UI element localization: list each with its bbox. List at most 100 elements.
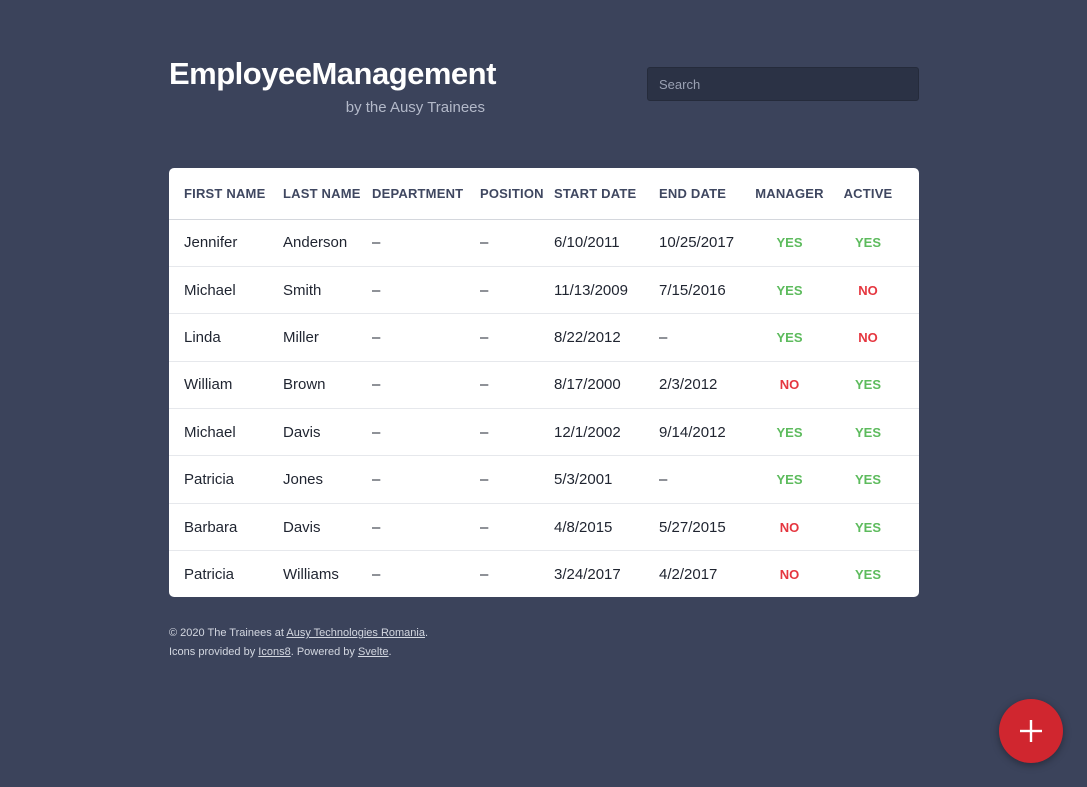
last-name-cell: Brown: [268, 361, 357, 410]
end-date-cell: 9/14/2012: [644, 408, 754, 457]
app-subtitle: by the Ausy Trainees: [345, 99, 485, 116]
active-flag-value: YES: [854, 424, 881, 440]
start-date-cell: 8/22/2012: [539, 313, 644, 362]
last-name-cell: Davis: [268, 503, 357, 552]
active-flag-value: NO: [858, 329, 878, 345]
end-date-cell: 5/27/2015: [644, 503, 754, 552]
manager-flag-value: NO: [779, 567, 800, 583]
department-cell: –: [357, 361, 465, 410]
active-flag: YES: [825, 361, 919, 410]
department-cell: –: [357, 408, 465, 457]
table-row[interactable]: Michael Smith – –11/13/2009 7/15/2016 YES NO: [169, 266, 919, 315]
table-row[interactable]: Linda Miller – –8/22/2012– YES NO: [169, 313, 919, 362]
department-cell: –: [357, 266, 465, 315]
manager-flag: YES: [754, 313, 825, 362]
brand: EmployeeManagement by the Ausy Trainees: [169, 54, 496, 116]
start-date-cell: 4/8/2015: [539, 503, 644, 552]
department-cell: –: [357, 313, 465, 362]
department-cell: –: [357, 219, 465, 267]
search-input[interactable]: [647, 67, 919, 101]
start-date-cell: 8/17/2000: [539, 361, 644, 410]
active-flag: YES: [825, 408, 919, 457]
last-name-cell: Miller: [268, 313, 357, 362]
manager-flag: NO: [754, 361, 825, 410]
manager-flag: NO: [754, 551, 825, 597]
employee-table: FIRST NAME LAST NAME DEPARTMENT POSITION…: [169, 168, 919, 597]
active-flag-value: YES: [854, 377, 881, 393]
employee-table-card: FIRST NAME LAST NAME DEPARTMENT POSITION…: [169, 168, 919, 597]
last-name-cell: Smith: [268, 266, 357, 315]
active-flag-value: NO: [858, 282, 878, 298]
position-cell: –: [465, 219, 539, 267]
svelte-link[interactable]: Svelte: [358, 646, 389, 658]
column-header-manager[interactable]: MANAGER: [754, 168, 825, 220]
manager-flag-value: NO: [779, 519, 800, 535]
start-date-cell: 6/10/2011: [539, 219, 644, 267]
footer-copyright-text: © 2020 The Trainees at: [169, 627, 287, 639]
manager-flag-value: YES: [776, 329, 803, 345]
table-row[interactable]: Patricia Jones – –5/3/2001– YES YES: [169, 455, 919, 504]
end-date-cell: –: [644, 313, 754, 362]
table-body: Jennifer Anderson – –6/10/2011 10/25/2017 YES…: [169, 219, 919, 597]
add-employee-button[interactable]: [999, 699, 1063, 763]
position-cell: –: [465, 361, 539, 410]
start-date-cell: 12/1/2002: [539, 408, 644, 457]
active-flag: YES: [825, 503, 919, 552]
manager-flag-value: YES: [776, 282, 803, 298]
active-flag-value: YES: [854, 235, 881, 251]
table-row[interactable]: William Brown – –8/17/2000 2/3/2012 NO YES: [169, 361, 919, 410]
first-name-cell: Michael: [169, 266, 268, 315]
plus-icon: [1020, 720, 1042, 742]
manager-flag: YES: [754, 266, 825, 315]
active-flag: YES: [825, 455, 919, 504]
start-date-cell: 5/3/2001: [539, 455, 644, 504]
icons8-link[interactable]: Icons8: [258, 646, 290, 658]
last-name-cell: Anderson: [268, 219, 357, 267]
manager-flag-value: YES: [776, 472, 803, 488]
active-flag-value: YES: [854, 567, 881, 583]
active-flag: NO: [825, 266, 919, 315]
table-row[interactable]: Jennifer Anderson – –6/10/2011 10/25/2017 YES…: [169, 219, 919, 267]
column-header-position[interactable]: POSITION: [465, 168, 544, 220]
footer-end-period: .: [388, 646, 392, 658]
first-name-cell: Linda: [169, 313, 268, 362]
first-name-cell: Jennifer: [169, 219, 268, 267]
table-row[interactable]: Barbara Davis – –4/8/2015 5/27/2015 NO YES: [169, 503, 919, 552]
manager-flag-value: YES: [776, 235, 803, 251]
company-link[interactable]: Ausy Technologies Romania: [286, 627, 425, 639]
first-name-cell: Barbara: [169, 503, 268, 552]
department-cell: –: [372, 566, 381, 584]
column-header-active[interactable]: ACTIVE: [825, 168, 919, 220]
table-header-row: FIRST NAME LAST NAME DEPARTMENT POSITION…: [169, 168, 919, 220]
footer-powered-text: . Powered by: [290, 646, 358, 658]
manager-flag-value: NO: [779, 377, 800, 393]
end-date-cell: 2/3/2012: [644, 361, 754, 410]
table-row[interactable]: Patricia Williams – – 3/24/2017 4/2/2017 NO YES: [169, 551, 919, 597]
manager-flag-value: YES: [776, 424, 803, 440]
footer-credits-line: Icons provided by Icons8. Powered by Sve…: [169, 643, 428, 662]
footer-period: .: [424, 627, 429, 639]
last-name-cell: Williams: [283, 566, 339, 584]
footer: © 2020 The Trainees at Ausy Technologies…: [169, 624, 428, 662]
manager-flag: YES: [754, 455, 825, 504]
active-flag: YES: [825, 551, 919, 597]
manager-flag: YES: [754, 408, 825, 457]
first-name-cell: William: [169, 361, 268, 410]
column-header-start-date[interactable]: START DATE: [539, 168, 644, 220]
column-header-department[interactable]: DEPARTMENT: [357, 168, 465, 220]
position-cell: –: [480, 566, 489, 584]
manager-flag: YES: [754, 219, 825, 267]
column-header-last-name[interactable]: LAST NAME: [268, 168, 360, 220]
column-header-end-date[interactable]: END DATE: [644, 168, 754, 220]
table-row[interactable]: Michael Davis – –12/1/2002 9/14/2012 YES YES: [169, 408, 919, 457]
last-name-cell: Jones: [268, 455, 357, 504]
department-cell: –: [357, 503, 465, 552]
end-date-cell: –: [644, 455, 754, 504]
end-date-cell: 7/15/2016: [644, 266, 754, 315]
column-header-first-name[interactable]: FIRST NAME: [169, 168, 268, 220]
position-cell: –: [465, 455, 539, 504]
first-name-cell: Patricia: [169, 455, 268, 504]
active-flag: NO: [825, 313, 919, 362]
active-flag: YES: [825, 219, 919, 267]
start-date-cell: 11/13/2009: [539, 266, 644, 315]
